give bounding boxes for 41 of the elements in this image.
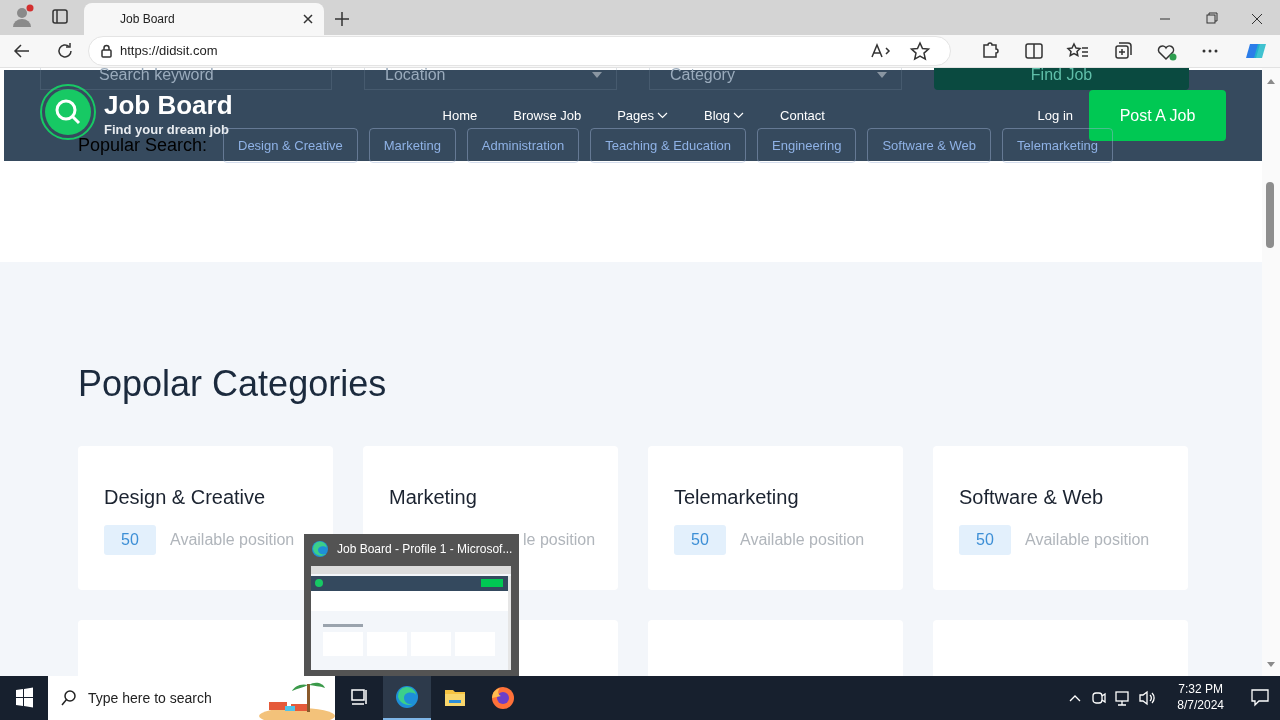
popular-search-label: Popular Search: — [78, 135, 209, 156]
search-tag[interactable]: Software & Web — [867, 128, 992, 163]
category-card[interactable]: Design & Creative 50 Available position — [78, 446, 333, 591]
edge-icon — [311, 540, 329, 558]
nav-link[interactable]: Home — [442, 105, 478, 126]
category-name: Telemarketing — [674, 485, 800, 511]
category-card[interactable]: Telemarketing 50 Available position — [648, 446, 903, 591]
position-label: Available position — [740, 530, 865, 551]
category-name: Marketing — [389, 485, 478, 511]
count-badge: 50 — [104, 525, 156, 556]
nav-link[interactable]: Browse Job — [513, 105, 582, 126]
category-card[interactable]: Software & Web 50 Available position — [933, 446, 1188, 591]
count-badge: 50 — [959, 525, 1011, 556]
caret-icon — [877, 72, 887, 78]
section-title: Popolar Categories — [78, 362, 388, 406]
browser-tab[interactable]: Job Board — [84, 3, 324, 35]
url-text: https://didsit.com — [120, 42, 219, 61]
clock[interactable]: 7:32 PM 8/7/2024 — [1177, 682, 1224, 714]
brand-name[interactable]: Job Board — [104, 91, 233, 121]
nav-link[interactable]: Pages — [617, 105, 669, 126]
lock-icon — [101, 44, 112, 58]
login-link[interactable]: Log in — [1037, 105, 1073, 126]
address-bar[interactable]: https://didsit.com — [88, 36, 951, 66]
taskbar-preview-tooltip[interactable]: Job Board - Profile 1 - Microsof... — [304, 534, 519, 676]
search-icon — [60, 689, 78, 707]
nav-link[interactable]: Blog — [704, 105, 745, 126]
chevron-down-icon — [657, 112, 669, 119]
position-label: le position — [523, 530, 596, 551]
nav-link[interactable]: Contact — [780, 105, 825, 126]
search-tag[interactable]: Teaching & Education — [590, 128, 746, 163]
position-label: Available position — [170, 530, 295, 551]
position-label: Available position — [1025, 530, 1150, 551]
category-name: Software & Web — [959, 485, 1105, 511]
close-icon[interactable] — [302, 13, 314, 25]
count-badge: 50 — [674, 525, 726, 556]
find-job-button[interactable]: Find Job — [934, 68, 1189, 90]
taskbar-search[interactable]: Type here to search — [48, 676, 335, 720]
scrollbar-thumb[interactable] — [1266, 182, 1274, 248]
chevron-down-icon — [733, 112, 745, 119]
caret-icon — [592, 72, 602, 78]
category-name: Design & Creative — [104, 485, 267, 511]
